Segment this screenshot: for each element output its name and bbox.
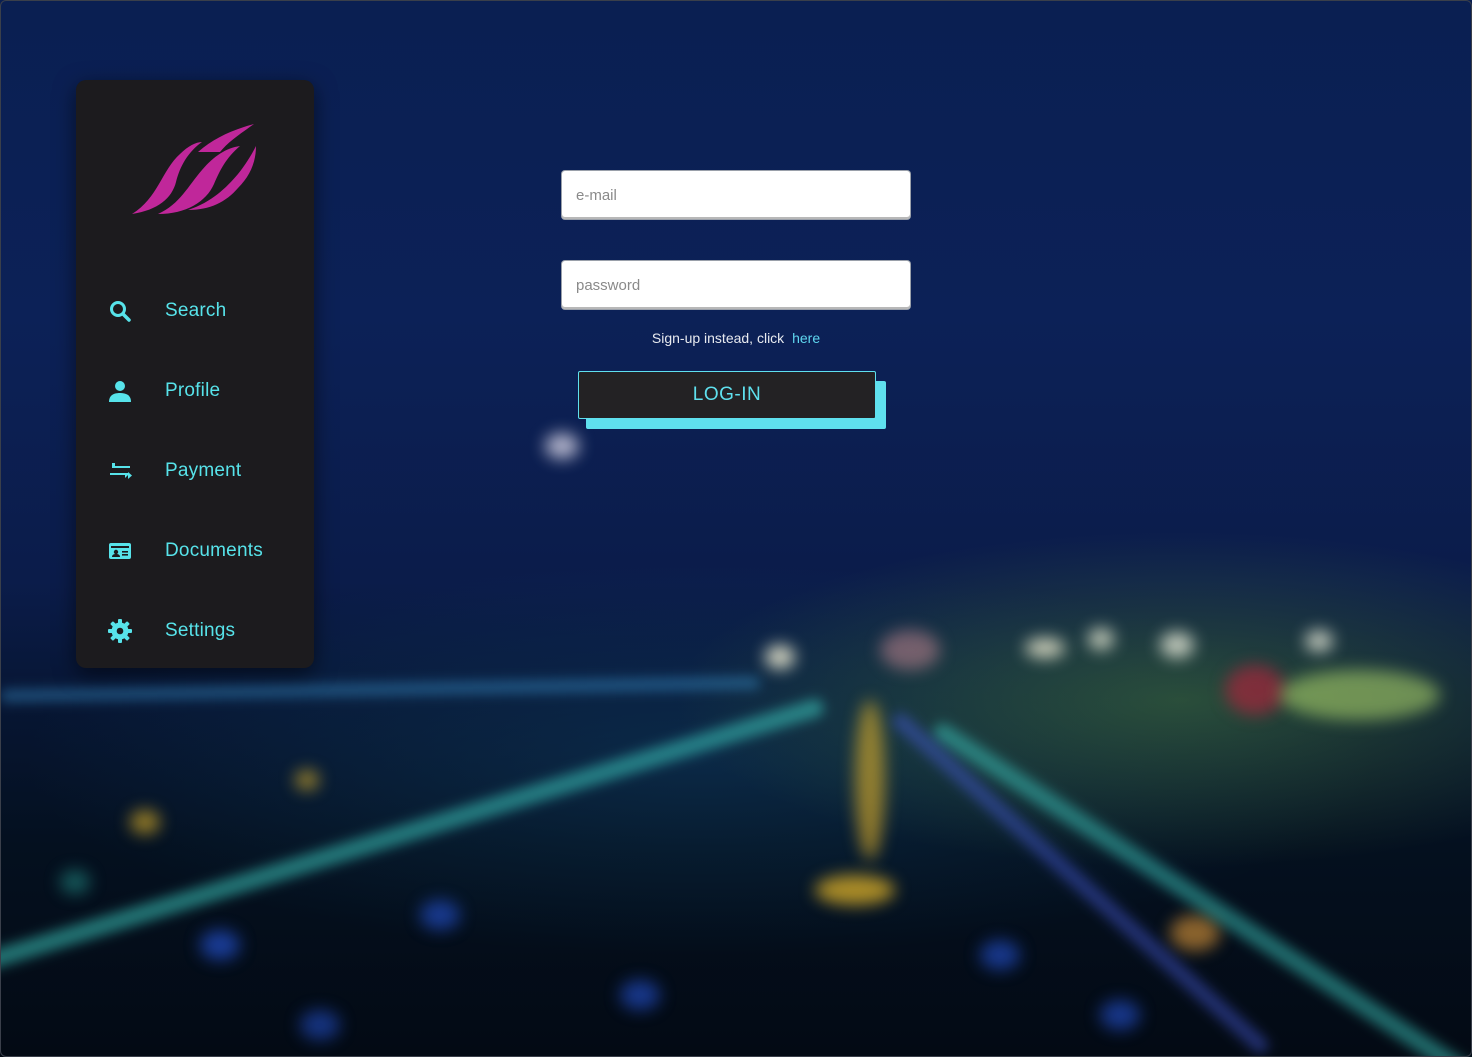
signup-link[interactable]: here: [792, 330, 820, 346]
login-button-wrapper: LOG-IN: [578, 371, 886, 429]
sidebar-item-label: Documents: [165, 540, 263, 561]
signup-prompt: Sign-up instead, click here: [562, 330, 910, 346]
person-icon: [107, 378, 133, 404]
sidebar-item-label: Payment: [165, 460, 242, 481]
sidebar-item-label: Settings: [165, 620, 236, 641]
search-icon: [107, 298, 133, 324]
gear-icon: [107, 618, 133, 644]
sidebar-item-documents[interactable]: Documents: [76, 523, 314, 579]
signup-text: Sign-up instead, click: [651, 330, 785, 346]
password-input[interactable]: [562, 261, 910, 309]
id-card-icon: [107, 538, 133, 564]
email-input[interactable]: [562, 171, 910, 219]
sidebar-item-settings[interactable]: Settings: [76, 603, 314, 659]
brand-logo[interactable]: [128, 118, 266, 220]
sidebar-item-label: Search: [165, 300, 227, 321]
sidebar-item-profile[interactable]: Profile: [76, 363, 314, 419]
sidebar-item-label: Profile: [165, 380, 221, 401]
flame-wings-logo-icon: [132, 124, 256, 214]
sidebar: Search Profile Payment Documents Setting…: [76, 80, 314, 668]
login-button[interactable]: LOG-IN: [578, 371, 876, 419]
swap-arrows-icon: [107, 458, 133, 484]
sidebar-item-search[interactable]: Search: [76, 283, 314, 339]
sidebar-item-payment[interactable]: Payment: [76, 443, 314, 499]
